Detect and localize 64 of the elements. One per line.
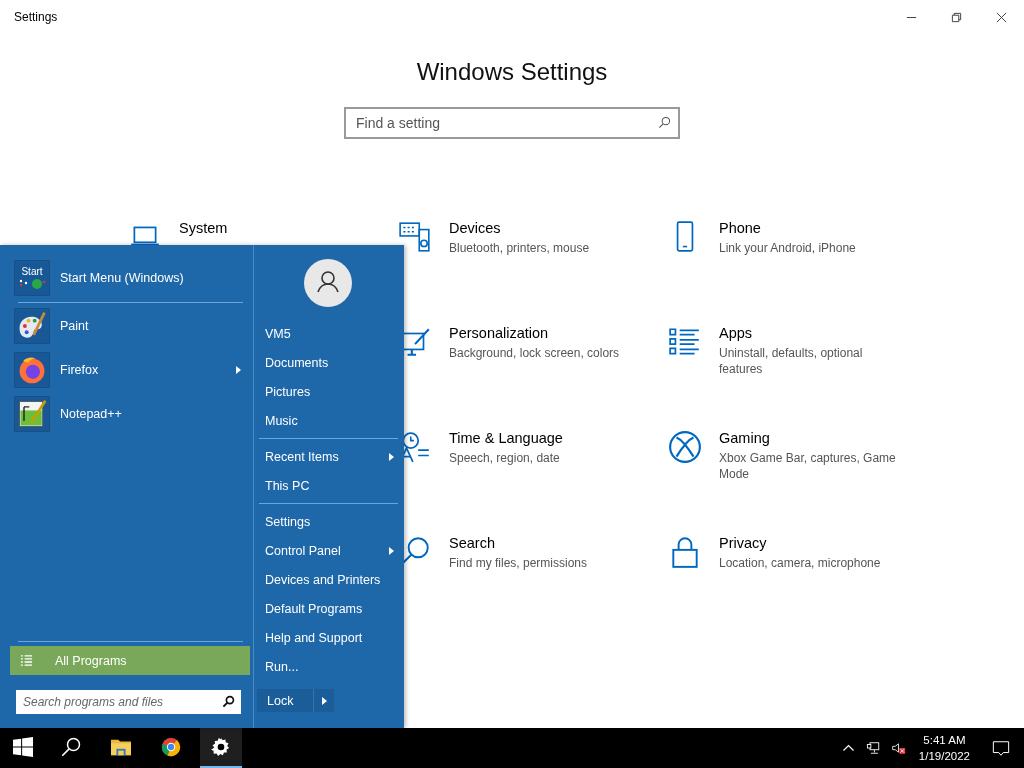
search-icon (222, 695, 235, 708)
list-icon (20, 654, 33, 667)
category-title: Personalization (449, 325, 550, 341)
start-menu-icon: Start (14, 260, 50, 296)
category-title: Apps (719, 325, 754, 341)
page-heading: Windows Settings (415, 58, 609, 86)
menu-link[interactable]: This PC (254, 471, 404, 500)
menu-link[interactable]: Recent Items (254, 442, 404, 471)
windows-icon (13, 737, 33, 757)
category-description: Find my files, permissions (449, 555, 589, 571)
notification-icon[interactable] (992, 739, 1010, 757)
category-title: Time & Language (449, 430, 564, 446)
restore-icon[interactable] (951, 11, 962, 23)
menu-link[interactable]: VM5 (254, 319, 404, 348)
category-description: Speech, region, date (449, 450, 561, 466)
menu-link[interactable]: Default Programs (254, 594, 404, 623)
category-title: Gaming (719, 430, 771, 446)
submenu-arrow-icon (389, 452, 394, 461)
keyboard-icon (398, 220, 432, 254)
gear-icon (211, 737, 231, 757)
search-icon (61, 737, 81, 757)
window-title: Settings (14, 10, 58, 24)
close-icon[interactable] (996, 11, 1007, 23)
start-menu-item[interactable]: Start Start Menu (Windows) (14, 259, 253, 297)
menu-link[interactable]: Devices and Printers (254, 565, 404, 594)
lock-button[interactable]: Lock (257, 689, 313, 712)
category-title: Search (449, 535, 496, 551)
category-description: Location, camera, microphone (719, 555, 882, 571)
browser-icon (161, 737, 181, 757)
category-title: Phone (719, 220, 762, 236)
folder-icon (111, 737, 131, 757)
menu-link[interactable]: Help and Support (254, 623, 404, 652)
search-field[interactable]: Find a setting (344, 107, 680, 139)
clock-time[interactable]: 5:41 AM (923, 732, 966, 748)
category-description: Bluetooth, printers, mouse (449, 240, 591, 256)
category-title: System (179, 220, 229, 236)
menu-link[interactable]: Music (254, 406, 404, 435)
menu-link[interactable]: Settings (254, 507, 404, 536)
category-description: Uninstall, defaults, optional features (719, 345, 864, 377)
network-icon[interactable] (865, 741, 881, 755)
user-avatar[interactable] (304, 259, 352, 307)
category-description: Xbox Game Bar, captures, Game Mode (719, 450, 897, 482)
submenu-arrow-icon (389, 546, 394, 555)
notepad-icon (16, 398, 48, 430)
app-item[interactable]: Notepad++ (14, 392, 253, 436)
menu-link[interactable]: Pictures (254, 377, 404, 406)
menu-link[interactable]: Documents (254, 348, 404, 377)
search-field[interactable]: Search programs and files (16, 690, 241, 714)
caret-icon (321, 696, 327, 705)
lock-options-button[interactable] (313, 689, 334, 712)
menu-link[interactable]: Control Panel (254, 536, 404, 565)
category-title: Devices (449, 220, 502, 236)
app-item[interactable]: Firefox (14, 348, 253, 392)
speaker-icon[interactable] (890, 741, 906, 755)
category-title: Privacy (719, 535, 768, 551)
category-description: Link your Android, iPhone (719, 240, 857, 256)
x-circle-icon (668, 430, 702, 464)
category-description: Background, lock screen, colors (449, 345, 621, 361)
submenu-arrow-icon (236, 366, 241, 374)
search-icon (658, 116, 671, 129)
menu-link[interactable]: Run... (254, 652, 404, 681)
taskbar-button[interactable] (200, 728, 242, 768)
app-item[interactable]: Paint (14, 304, 253, 348)
clock-date[interactable]: 1/19/2022 (918, 748, 970, 764)
